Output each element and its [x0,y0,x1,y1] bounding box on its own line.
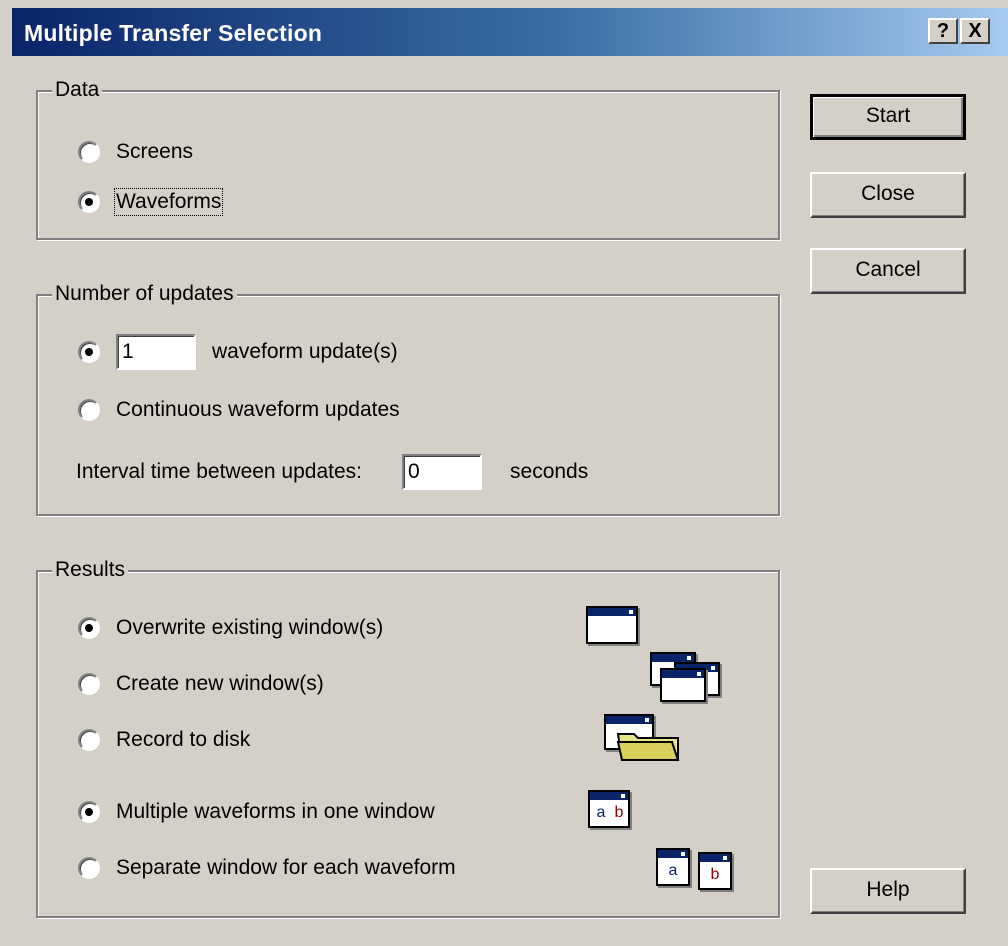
create-new-option[interactable]: Create new window(s) [78,672,324,696]
continuous-radio[interactable] [78,399,100,421]
update-count-radio[interactable] [78,341,100,363]
update-count-suffix: waveform update(s) [212,340,398,363]
single-window-icon [586,606,642,646]
multiple-waveforms-label: Multiple waveforms in one window [116,800,435,823]
interval-label: Interval time between updates: [76,460,363,483]
separate-a-letter: a [668,862,678,879]
interval-unit: seconds [510,460,589,483]
create-new-label: Create new window(s) [116,672,324,695]
separate-ab-windows-icon: a b [656,848,750,894]
record-disk-option[interactable]: Record to disk [78,728,250,752]
interval-input[interactable] [402,454,483,490]
results-group: Results Overwrite existing window(s) Cre… [36,558,780,918]
cancel-button[interactable]: Cancel [810,248,966,294]
overwrite-option[interactable]: Overwrite existing window(s) [78,616,383,640]
continuous-label: Continuous waveform updates [116,398,400,421]
screens-radio[interactable] [78,141,100,163]
help-question-icon[interactable]: ? [928,18,958,44]
multiple-waveforms-option[interactable]: Multiple waveforms in one window [78,800,435,824]
waveform-b-letter: b [614,804,624,821]
separate-window-label: Separate window for each waveform [116,856,456,879]
multiple-windows-icon [650,652,722,704]
close-icon[interactable]: X [960,18,990,44]
title-bar: Multiple Transfer Selection ? X [12,8,1008,56]
data-group: Data Screens Waveforms [36,78,780,240]
start-button[interactable]: Start [810,94,966,140]
folder-window-icon [604,714,680,764]
separate-b-letter: b [710,866,720,883]
folder-shape [616,733,680,761]
waveforms-option[interactable]: Waveforms [78,188,224,216]
separate-window-option[interactable]: Separate window for each waveform [78,856,456,880]
results-group-legend: Results [52,558,129,582]
screens-label: Screens [116,140,194,163]
data-group-legend: Data [52,78,103,102]
overwrite-radio[interactable] [78,617,100,639]
combined-ab-window-icon: a b [588,790,636,832]
close-button[interactable]: Close [810,172,966,218]
overwrite-label: Overwrite existing window(s) [116,616,384,639]
waveforms-label: Waveforms [113,188,224,216]
window-title: Multiple Transfer Selection [24,20,323,46]
separate-window-radio[interactable] [78,857,100,879]
record-disk-label: Record to disk [116,728,251,751]
waveforms-radio[interactable] [78,191,100,213]
continuous-option[interactable]: Continuous waveform updates [78,398,400,422]
create-new-radio[interactable] [78,673,100,695]
multiple-waveforms-radio[interactable] [78,801,100,823]
screens-option[interactable]: Screens [78,140,193,164]
waveform-a-letter: a [596,804,606,821]
updates-group-legend: Number of updates [52,282,237,306]
record-disk-radio[interactable] [78,729,100,751]
updates-group: Number of updates waveform update(s) Con… [36,282,780,516]
interval-row: Interval time between updates: seconds [76,454,588,490]
update-count-option[interactable]: waveform update(s) [78,334,398,370]
help-button[interactable]: Help [810,868,966,914]
update-count-input[interactable] [116,334,196,370]
